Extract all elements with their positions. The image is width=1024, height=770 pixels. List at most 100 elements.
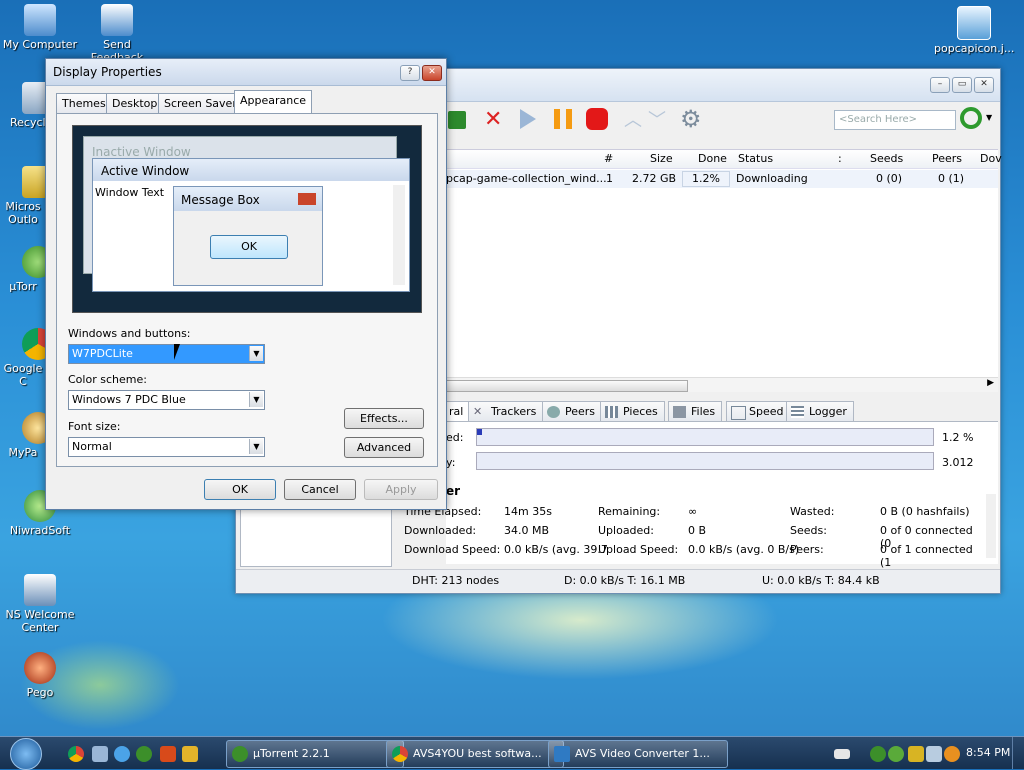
dialog-titlebar[interactable]: Display Properties ? ✕ [46,59,446,86]
torrent-status: Downloading [736,172,808,185]
desktop-icon-label: Pego [26,686,54,699]
desktop-icon-pego[interactable]: Pego [0,652,80,699]
torrent-seeds: 0 (0) [876,172,903,185]
tab-logger[interactable]: Logger [786,401,854,422]
stop-icon[interactable] [586,108,608,130]
preferences-gear-icon[interactable]: ⚙ [680,105,702,133]
video-converter-icon [554,746,570,762]
app-quicklaunch-k-icon[interactable] [182,746,198,762]
desktop-icon-popcapicon[interactable]: popcapicon.j... [934,6,1014,55]
maximize-button[interactable]: ▭ [952,77,972,93]
network-icon[interactable] [926,746,942,762]
image-file-icon [957,6,991,40]
chrome-quicklaunch-icon[interactable] [68,746,84,762]
desktop-icon-outlook[interactable]: Micros Outlo [0,166,46,226]
col-colon[interactable]: : [838,152,842,165]
tab-themes[interactable]: Themes [56,93,112,113]
pego-icon [24,652,56,684]
ok-button[interactable]: OK [204,479,276,500]
download-status: D: 0.0 kB/s T: 16.1 MB [564,574,686,587]
taskbar-item-avs-video-converter[interactable]: AVS Video Converter 1... [548,740,728,768]
tab-speed[interactable]: Speed [726,401,791,422]
desktop-icon-utorrent[interactable]: µTorr [0,246,46,293]
info-vertical-scrollbar[interactable] [986,494,996,558]
desktop-icon-my-computer[interactable]: My Computer [0,4,80,51]
search-icon[interactable] [960,107,982,129]
internet-explorer-icon[interactable] [114,746,130,762]
pause-icon[interactable] [554,109,572,129]
cancel-button[interactable]: Cancel [284,479,356,500]
upload-speed-value: 0.0 kB/s (avg. 0 B/s) [688,543,800,556]
app-quicklaunch-icon[interactable] [160,746,176,762]
remove-icon[interactable]: ✕ [484,107,502,133]
col-seeds[interactable]: Seeds [870,152,903,165]
appearance-preview: Inactive Window Active Window Window Tex… [72,125,422,313]
minimize-button[interactable]: – [930,77,950,93]
desktop-icon-label: MyPa [8,446,38,459]
utorrent-tray-icon-2[interactable] [888,746,904,762]
peers-icon [547,406,560,418]
taskbar-item-label: AVS4YOU best softwa... [413,747,542,760]
keyboard-icon[interactable] [834,749,850,759]
pieces-icon [605,406,618,418]
utorrent-tray-icon[interactable] [870,746,886,762]
tab-screen-saver[interactable]: Screen Saver [158,93,243,113]
advanced-button[interactable]: Advanced [344,437,424,458]
search-input[interactable]: <Search Here> [834,110,956,130]
chevron-down-icon[interactable]: ▼ [249,392,263,407]
desktop-icon-label: Recycl [10,116,46,129]
font-size-select[interactable]: Normal ▼ [68,437,265,457]
utorrent-quicklaunch-icon[interactable] [136,746,152,762]
col-peers[interactable]: Peers [932,152,962,165]
tab-trackers[interactable]: ✕ Trackers [468,401,544,422]
col-num[interactable]: # [604,152,613,165]
scroll-right-icon[interactable]: ▶ [987,378,994,388]
download-speed-value: 0.0 kB/s (avg. 39.7 [504,543,608,556]
desktop-icon-mypa[interactable]: MyPa [0,412,46,459]
utorrent-toolbar: ✕ ︿ ﹀ ⚙ <Search Here> ▼ [446,105,996,137]
col-size[interactable]: Size [650,152,673,165]
col-status[interactable]: Status [738,152,773,165]
security-shield-icon[interactable] [908,746,924,762]
taskbar-item-avs4you[interactable]: AVS4YOU best softwa... [386,740,564,768]
computer-icon [24,4,56,36]
tab-peers[interactable]: Peers [542,401,603,422]
tab-general[interactable]: ral [446,401,471,422]
close-button[interactable]: ✕ [422,65,442,81]
rss-settings-icon[interactable] [448,111,466,129]
show-desktop-icon[interactable] [92,746,108,762]
move-down-icon[interactable]: ﹀ [648,112,666,130]
tab-desktop[interactable]: Desktop [106,93,164,113]
move-up-icon[interactable]: ︿ [624,112,642,130]
search-tray-icon[interactable] [944,746,960,762]
show-desktop-button[interactable] [1012,737,1024,769]
torrent-list-header: # Size Done Status : Seeds Peers Dov [446,150,1002,169]
help-button[interactable]: ? [400,65,420,81]
taskbar-item-utorrent[interactable]: µTorrent 2.2.1 [226,740,404,768]
start-button[interactable] [10,738,42,770]
col-down[interactable]: Dov [980,152,1002,165]
start-icon[interactable] [520,109,536,129]
desktop-icon-label: Google C [3,362,43,388]
search-dropdown-icon[interactable]: ▼ [986,113,992,122]
tab-appearance[interactable]: Appearance [234,90,313,113]
apply-button[interactable]: Apply [364,479,438,500]
desktop-icon-recycle[interactable]: Recycl [0,82,46,129]
tab-files[interactable]: Files [668,401,723,422]
windows-buttons-select[interactable]: W7PDCLite ▼ [68,344,265,364]
scrollbar-thumb[interactable] [446,380,688,392]
torrent-progress: 1.2% [682,171,730,187]
desktop-icon-ns-welcome-center[interactable]: NS Welcome Center [0,574,80,634]
detail-tabs: ral ✕ Trackers Peers Pieces Files Speed L… [446,401,998,422]
tab-pieces[interactable]: Pieces [600,401,665,422]
color-scheme-select[interactable]: Windows 7 PDC Blue ▼ [68,390,265,410]
chevron-down-icon[interactable]: ▼ [249,346,263,361]
effects-button[interactable]: Effects... [344,408,424,429]
desktop-icon-google-chrome[interactable]: Google C [0,328,46,388]
desktop-icon-send-feedback[interactable]: Send Feedback [77,4,157,64]
horizontal-scrollbar[interactable]: ▶ [446,377,998,392]
col-done[interactable]: Done [698,152,727,165]
torrent-row[interactable]: pcap-game-collection_wind... 1 2.72 GB 1… [446,170,998,188]
chevron-down-icon[interactable]: ▼ [249,439,263,454]
close-button[interactable]: ✕ [974,77,994,93]
